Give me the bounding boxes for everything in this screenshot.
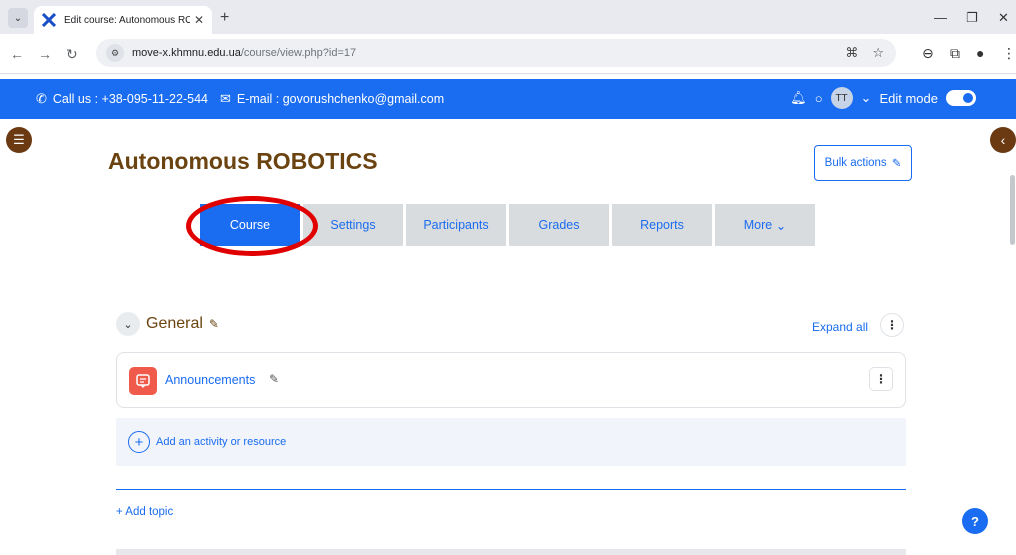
add-activity-label: Add an activity or resource	[156, 436, 287, 448]
site-topbar: ✆ Call us : +38-095-11-22-544 ✉ E-mail :…	[0, 79, 1016, 119]
section-collapse-chevron-icon[interactable]: ⌄	[116, 312, 140, 336]
add-topic-label: Add topic	[125, 506, 174, 518]
extensions-puzzle-icon[interactable]: ⧉	[950, 45, 960, 62]
notifications-bell-icon[interactable]: 🔔︎	[790, 90, 807, 106]
section-divider	[116, 489, 906, 490]
url-path: /course/view.php?id=17	[240, 47, 357, 59]
section-menu-kebab-icon[interactable]: ⋮	[880, 313, 904, 337]
list-icon: ☰	[13, 132, 25, 147]
section-title[interactable]: General	[146, 315, 203, 333]
section-header-general: ⌄ General ✎	[116, 312, 219, 336]
tab-course[interactable]: Course	[200, 204, 300, 246]
course-index-drawer-button[interactable]: ☰	[6, 127, 32, 153]
moodle-x-favicon-icon	[42, 13, 56, 27]
phone-icon: ✆	[36, 91, 47, 106]
tab-grades[interactable]: Grades	[509, 204, 609, 246]
forum-icon	[129, 367, 157, 395]
page-scrollbar[interactable]	[1010, 175, 1015, 245]
site-info-icon[interactable]: ⚙	[106, 44, 124, 62]
bookmark-star-icon[interactable]: ☆	[872, 45, 884, 61]
course-secondary-nav: Course Settings Participants Grades Repo…	[200, 204, 815, 246]
extension-icon[interactable]: ⊖	[922, 45, 934, 62]
expand-all-link[interactable]: Expand all	[812, 320, 868, 334]
activity-menu-kebab-icon[interactable]: ⋮	[869, 367, 893, 391]
browser-tabstrip: ⌄ Edit course: Autonomous ROBOTIC ✕ + — …	[0, 0, 1016, 34]
chevron-left-icon: ‹	[1000, 132, 1006, 148]
window-close-icon[interactable]: ✕	[998, 10, 1009, 26]
edit-section-pencil-icon[interactable]: ✎	[209, 317, 219, 331]
pencil-icon: ✎	[891, 158, 902, 170]
user-menu-chevron-icon[interactable]: ⌄	[861, 90, 872, 106]
next-section-edge	[116, 549, 906, 555]
url-text: move-x.khmnu.edu.ua/course/view.php?id=1…	[132, 47, 356, 59]
omnibox-actions: ⌘ ☆	[845, 45, 884, 61]
bulk-actions-label: Bulk actions	[824, 157, 887, 169]
edit-mode-toggle[interactable]	[946, 90, 976, 106]
reload-icon[interactable]: ↻	[66, 46, 78, 63]
address-bar[interactable]: ⚙ move-x.khmnu.edu.ua/course/view.php?id…	[96, 39, 896, 67]
url-host: move-x.khmnu.edu.ua	[132, 47, 241, 59]
browser-menu-icon[interactable]: ⋮	[1002, 45, 1016, 62]
user-avatar[interactable]: TT	[830, 87, 853, 109]
profile-avatar-icon[interactable]: ●	[976, 45, 984, 61]
phone-text: Call us : +38-095-11-22-544	[52, 92, 208, 106]
chevron-down-icon: ⌄	[775, 218, 787, 233]
browser-toolbar: ← → ↻ ⚙ move-x.khmnu.edu.ua/course/view.…	[0, 34, 1016, 74]
forward-icon[interactable]: →	[38, 46, 52, 62]
tab-close-icon[interactable]: ✕	[194, 13, 204, 27]
bulk-actions-button[interactable]: Bulk actions ✎	[814, 145, 912, 181]
tab-more-label: More	[743, 218, 773, 232]
add-topic-link[interactable]: + Add topic	[116, 506, 173, 518]
block-drawer-button[interactable]: ‹	[990, 127, 1016, 153]
plus-icon: +	[116, 506, 123, 518]
mail-icon: ✉	[219, 91, 231, 106]
minimize-icon[interactable]: —	[934, 10, 947, 25]
activity-card-announcements: Announcements ✎ ⋮	[116, 352, 906, 408]
add-circle-icon: +	[128, 431, 150, 453]
restore-icon[interactable]: ❐	[966, 10, 978, 26]
edit-mode-label: Edit mode	[879, 90, 938, 106]
browser-tab-title: Edit course: Autonomous ROBOTIC	[64, 14, 190, 26]
toggle-knob	[963, 93, 973, 103]
browser-tab-active[interactable]: Edit course: Autonomous ROBOTIC ✕	[34, 6, 212, 34]
edit-activity-pencil-icon[interactable]: ✎	[269, 372, 279, 386]
tab-reports[interactable]: Reports	[612, 204, 712, 246]
translate-icon[interactable]: ⌘	[845, 45, 858, 61]
new-tab-icon[interactable]: +	[220, 9, 229, 27]
add-activity-button[interactable]: + Add an activity or resource	[116, 418, 906, 466]
tab-search-button[interactable]: ⌄	[8, 8, 28, 28]
activity-link-announcements[interactable]: Announcements	[165, 373, 255, 387]
tab-settings[interactable]: Settings	[303, 204, 403, 246]
tab-more[interactable]: More ⌄	[715, 204, 815, 246]
messages-chat-icon[interactable]: ○	[815, 91, 823, 106]
back-icon[interactable]: ←	[10, 46, 24, 62]
tab-participants[interactable]: Participants	[406, 204, 506, 246]
email-text: E-mail : govorushchenko@gmail.com	[236, 92, 445, 106]
page-title: Autonomous ROBOTICS	[108, 148, 378, 174]
help-button[interactable]: ?	[962, 508, 988, 534]
contact-info: ✆ Call us : +38-095-11-22-544 ✉ E-mail :…	[36, 91, 444, 107]
user-menu-area: 🔔︎ ○ TT ⌄ Edit mode	[790, 87, 976, 109]
